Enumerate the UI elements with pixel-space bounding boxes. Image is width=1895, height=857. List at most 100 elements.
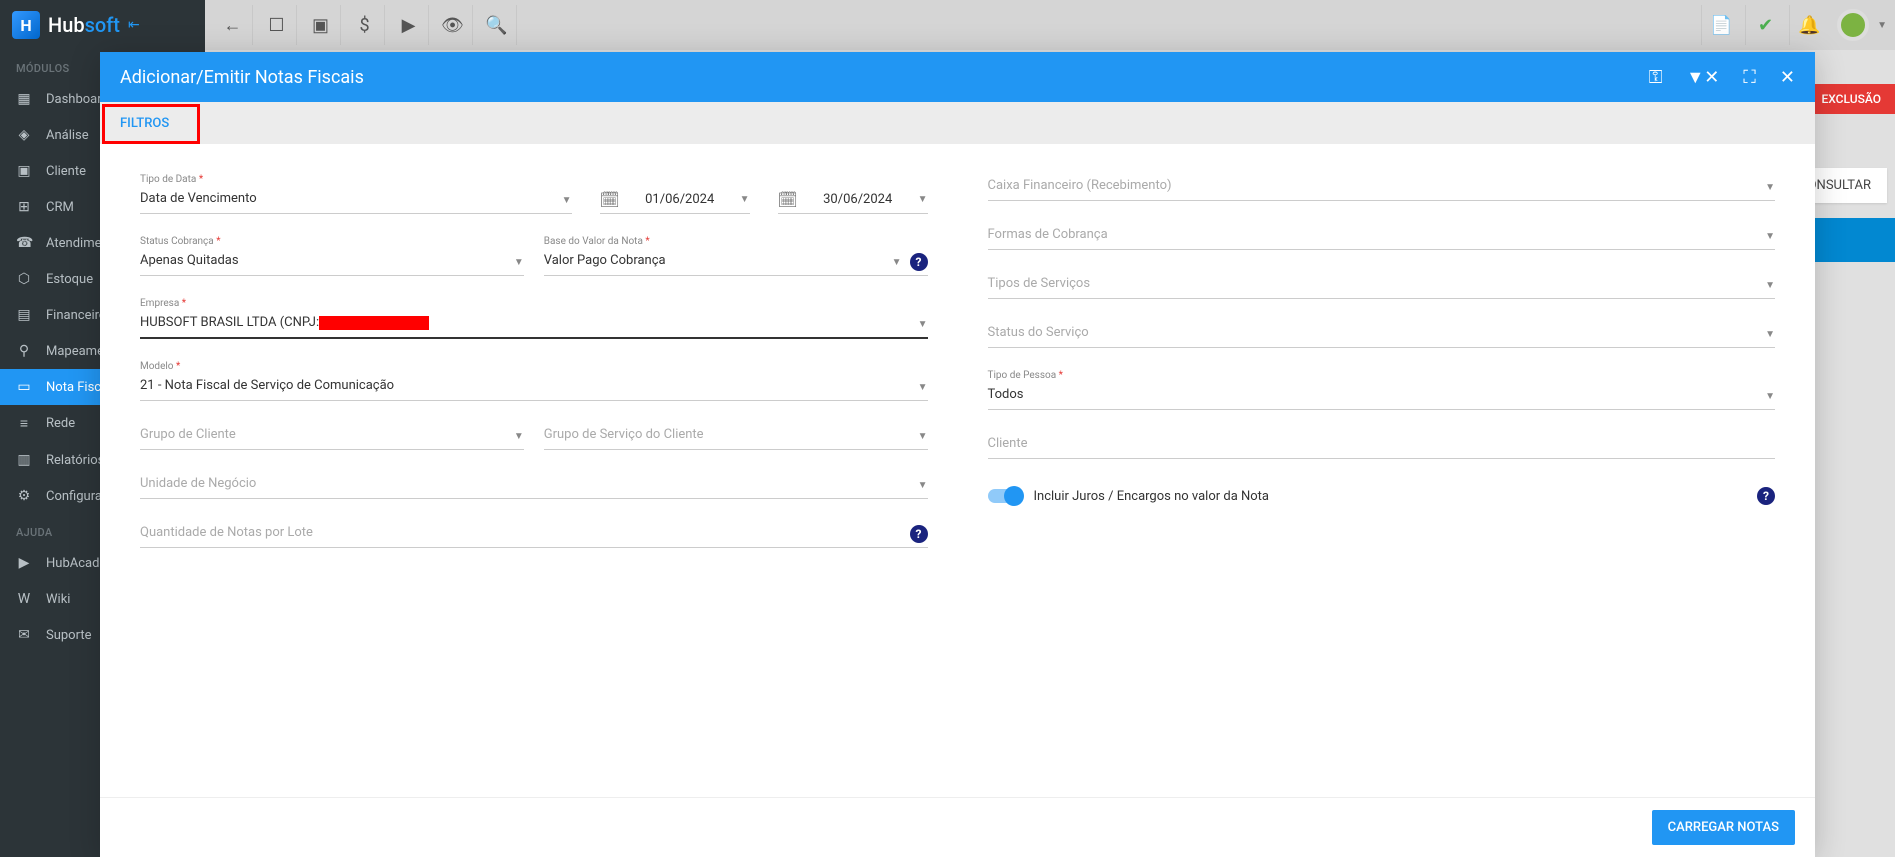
nota-fiscal-icon: ▭ [16,379,32,395]
field-tipos-servicos: Tipos de Serviços ▼ [988,272,1776,299]
field-qtd-notas: Quantidade de Notas por Lote ? [140,521,928,548]
chevron-down-icon: ▼ [918,319,928,330]
tipos-servicos-select[interactable]: Tipos de Serviços ▼ [988,272,1776,299]
grupo-cliente-select[interactable]: Grupo de Cliente ▼ [140,423,524,450]
person-icon[interactable]: ☐ [257,5,297,45]
data-inicio-value: 01/06/2024 [630,192,730,207]
field-modelo: Modelo 21 - Nota Fiscal de Serviço de Co… [140,361,928,401]
fullscreen-icon[interactable]: ⛶ [1743,67,1756,88]
chevron-down-icon: ▼ [1765,329,1775,340]
tipos-servicos-placeholder: Tipos de Serviços [988,276,1766,294]
redacted-cnpj [319,316,429,330]
tipo-pessoa-label: Tipo de Pessoa [988,370,1776,381]
bg-exclusao-button[interactable]: EXCLUSÃO [1807,84,1895,114]
carregar-notas-button[interactable]: CARREGAR NOTAS [1652,810,1795,845]
analise-icon: ◈ [16,127,32,143]
chevron-down-icon: ▼ [1765,231,1775,242]
chevron-down-icon: ▼ [1765,391,1775,402]
nav-label: Financeiro [46,308,106,323]
nav-label: Suporte [46,628,91,643]
field-tipo-pessoa: Tipo de Pessoa Todos ▼ [988,370,1776,410]
logo-hub: Hub [48,13,85,37]
field-caixa-financeiro: Caixa Financeiro (Recebimento) ▼ [988,174,1776,201]
chevron-down-icon: ▼ [1765,280,1775,291]
data-fim-input[interactable]: 🗓 30/06/2024 ▼ [778,186,928,214]
formas-cobranca-placeholder: Formas de Cobrança [988,227,1766,245]
status-cobranca-select[interactable]: Apenas Quitadas ▼ [140,249,524,276]
formas-cobranca-select[interactable]: Formas de Cobrança ▼ [988,223,1776,250]
modal-title: Adicionar/Emitir Notas Fiscais [120,67,364,88]
close-icon[interactable]: ✕ [1780,67,1795,88]
tipo-pessoa-select[interactable]: Todos ▼ [988,383,1776,410]
field-status-servico: Status do Serviço ▼ [988,321,1776,348]
logo-text: Hubsoft [48,13,120,37]
incluir-juros-toggle[interactable] [988,489,1022,503]
help-qtd-notas-icon[interactable]: ? [910,525,928,543]
chevron-down-icon: ▼ [892,257,902,268]
user-menu-caret-icon[interactable]: ▼ [1877,20,1887,31]
caixa-financeiro-select[interactable]: Caixa Financeiro (Recebimento) ▼ [988,174,1776,201]
user-menu[interactable] [1833,5,1873,45]
cliente-icon: ▣ [16,163,32,179]
tab-filtros[interactable]: FILTROS [100,102,189,144]
crm-icon: ⊞ [16,199,32,215]
tipo-data-select[interactable]: Data de Vencimento ▼ [140,187,572,214]
key-icon[interactable]: ⚿ [1649,67,1663,88]
relatorios-icon: ▥ [16,452,32,468]
field-grupo-servico: Grupo de Serviço do Cliente ▼ [544,423,928,450]
chevron-down-icon: ▼ [514,431,524,442]
back-button[interactable]: ← [213,5,253,45]
chevron-down-icon: ▼ [514,257,524,268]
check-ok-icon[interactable]: ✔ [1745,5,1785,45]
modal-header: Adicionar/Emitir Notas Fiscais ⚿ ▼✕ ⛶ ✕ [100,52,1815,102]
help-incluir-juros-icon[interactable]: ? [1757,487,1775,505]
modal-footer: CARREGAR NOTAS [100,797,1815,857]
field-empresa: Empresa HUBSOFT BRASIL LTDA (CNPJ: ▼ [140,298,928,339]
unidade-negocio-select[interactable]: Unidade de Negócio ▼ [140,472,928,499]
media-icon[interactable]: ▶ [389,5,429,45]
status-cobranca-value: Apenas Quitadas [140,253,514,271]
financeiro-icon: ▤ [16,307,32,323]
status-servico-select[interactable]: Status do Serviço ▼ [988,321,1776,348]
calendar-today-icon[interactable]: ▣ [301,5,341,45]
dollar-icon[interactable]: $ [345,5,385,45]
tipo-data-value: Data de Vencimento [140,191,562,209]
cliente-placeholder: Cliente [988,436,1776,454]
qtd-notas-input[interactable]: Quantidade de Notas por Lote ? [140,521,928,548]
right-column: Caixa Financeiro (Recebimento) ▼ Formas … [988,174,1776,767]
data-inicio-input[interactable]: 🗓 01/06/2024 ▼ [600,186,750,214]
visibility-icon[interactable]: 👁 [433,5,473,45]
chevron-down-icon: ▼ [562,195,572,206]
chevron-down-icon: ▼ [918,382,928,393]
field-unidade-negocio: Unidade de Negócio ▼ [140,472,928,499]
avatar [1837,9,1869,41]
sidebar-collapse-icon[interactable]: ⇤ [128,17,140,33]
status-cobranca-label: Status Cobrança [140,236,524,247]
cliente-input[interactable]: Cliente [988,432,1776,459]
field-base-valor: Base do Valor da Nota Valor Pago Cobranç… [544,236,928,276]
notifications-icon[interactable]: 🔔 [1789,5,1829,45]
calendar-icon: 🗓 [778,190,798,209]
chevron-down-icon: ▼ [918,194,928,205]
tipo-data-label: Tipo de Data [140,174,572,185]
suporte-icon: ✉ [16,627,32,643]
base-valor-select[interactable]: Valor Pago Cobrança ▼ ? [544,249,928,276]
grupo-servico-placeholder: Grupo de Serviço do Cliente [544,427,918,445]
chevron-down-icon: ▼ [918,431,928,442]
grupo-cliente-placeholder: Grupo de Cliente [140,427,514,445]
nav-label: Estoque [46,272,93,287]
pdf-icon[interactable]: 📄 [1701,5,1741,45]
tabbar: FILTROS [100,102,1815,144]
modelo-select[interactable]: 21 - Nota Fiscal de Serviço de Comunicaç… [140,374,928,401]
help-base-valor-icon[interactable]: ? [910,253,928,271]
incluir-juros-row: Incluir Juros / Encargos no valor da Not… [988,481,1776,505]
modal-adicionar-emitir: Adicionar/Emitir Notas Fiscais ⚿ ▼✕ ⛶ ✕ … [100,52,1815,857]
grupo-servico-select[interactable]: Grupo de Serviço do Cliente ▼ [544,423,928,450]
search-icon[interactable]: 🔍 [477,5,517,45]
mapeamento-icon: ⚲ [16,343,32,359]
configuracoes-icon: ⚙ [16,488,32,504]
filter-reset-icon[interactable]: ▼✕ [1686,67,1719,88]
empresa-value: HUBSOFT BRASIL LTDA (CNPJ: [140,315,918,333]
field-cliente: Cliente [988,432,1776,459]
empresa-select[interactable]: HUBSOFT BRASIL LTDA (CNPJ: ▼ [140,311,928,339]
